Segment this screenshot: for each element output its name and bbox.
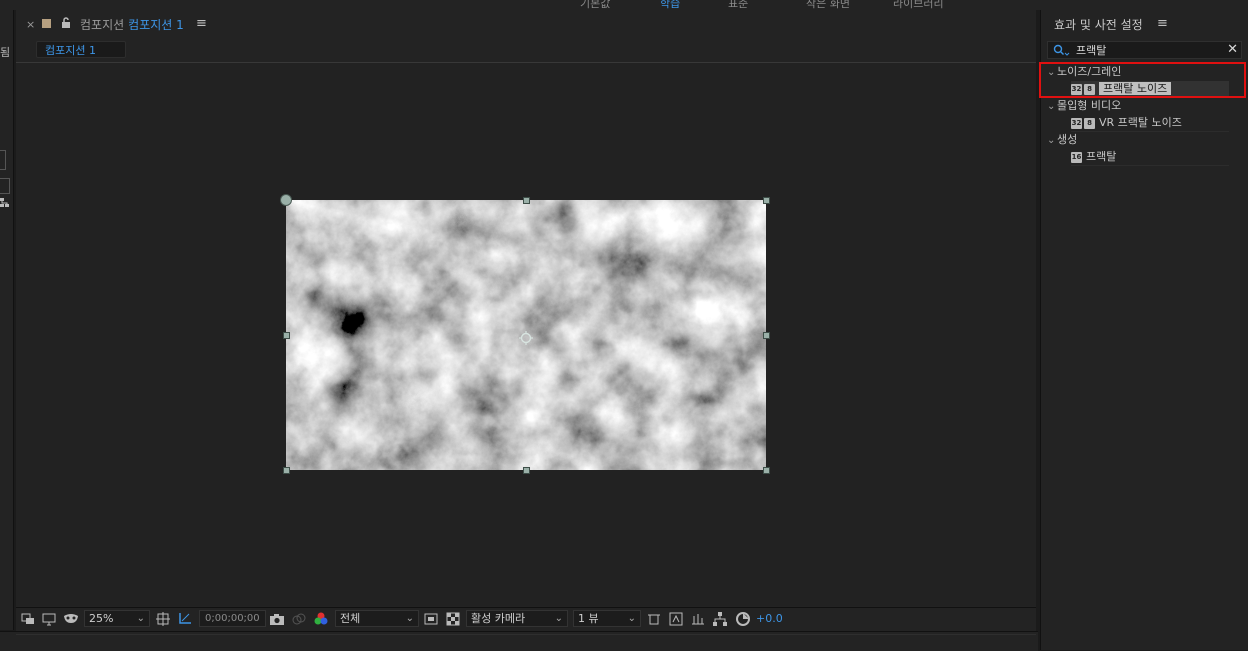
8bit-badge-icon: 8	[1084, 117, 1095, 129]
camera-icon[interactable]	[269, 611, 285, 627]
panel-title: 컴포지션 컴포지션 1	[80, 16, 184, 33]
camera-dropdown[interactable]: 활성 카메라 ⌄	[466, 610, 568, 627]
resolution-value: 전체	[340, 612, 361, 625]
panel-title: 효과 및 사전 설정	[1054, 18, 1143, 32]
chevron-down-icon: ⌄	[1047, 101, 1056, 112]
resolution-dropdown[interactable]: 전체 ⌄	[335, 610, 419, 627]
zoom-dropdown[interactable]: 25% ⌄	[84, 610, 150, 627]
left-panel-field[interactable]	[0, 150, 6, 170]
workspace-bar: 기본값 학습 표준 작은 화면 라이브러리	[0, 0, 1248, 10]
search-input[interactable]	[1076, 42, 1226, 58]
workspace-tab[interactable]: 라이브러리	[893, 0, 944, 10]
composition-viewer[interactable]	[16, 63, 1036, 606]
effect-name: VR 프랙탈 노이즈	[1099, 116, 1182, 129]
views-dropdown[interactable]: 1 뷰 ⌄	[573, 610, 641, 627]
panel-menu-icon[interactable]: ≡	[1157, 16, 1168, 31]
effect-name: 프랙탈	[1086, 150, 1117, 163]
fast-preview-icon[interactable]	[668, 611, 684, 627]
timecode-display[interactable]: 0;00;00;00	[199, 610, 266, 627]
left-panel-field[interactable]	[0, 178, 10, 194]
layer-handle-right[interactable]	[763, 332, 770, 339]
composition-header: × 컴포지션 컴포지션 1 ≡	[16, 10, 1036, 40]
chevron-down-icon: ⌄	[554, 613, 563, 624]
layer-handle-top-right[interactable]	[763, 197, 770, 204]
label-color-swatch[interactable]	[42, 19, 51, 28]
camera-value: 활성 카메라	[471, 612, 526, 625]
monitor-icon[interactable]	[41, 611, 57, 627]
bottom-panel-edge	[0, 631, 1038, 651]
close-panel-icon[interactable]: ×	[26, 18, 35, 31]
layer-handle-bottom-left[interactable]	[283, 467, 290, 474]
transparency-grid-icon[interactable]	[445, 611, 461, 627]
workspace-tab[interactable]: 학습	[660, 0, 680, 10]
layer-handle-top-left[interactable]	[280, 194, 292, 206]
category-immersive-video[interactable]: ⌄ 몰입형 비디오	[1047, 98, 1121, 114]
highlight-annotation	[1039, 62, 1246, 98]
hierarchy-icon[interactable]	[0, 198, 9, 208]
timeline-icon[interactable]	[690, 611, 706, 627]
effect-item-vr-fractal-noise[interactable]: 32 8 VR 프랙탈 노이즈	[1071, 115, 1229, 132]
workspace-tab[interactable]: 작은 화면	[806, 0, 850, 10]
search-icon	[1053, 44, 1070, 56]
workspace-tab[interactable]: 기본값	[580, 0, 610, 10]
region-of-interest-icon[interactable]	[177, 611, 193, 627]
always-preview-icon[interactable]	[20, 611, 36, 627]
lock-icon[interactable]	[60, 17, 72, 29]
composition-panel: × 컴포지션 컴포지션 1 ≡ 컴포지션 1 25% ⌄ 0;00;00;00 …	[16, 10, 1036, 631]
channel-color-icon[interactable]	[313, 611, 329, 627]
composition-tab[interactable]: 컴포지션 1	[36, 41, 126, 58]
effects-presets-panel: 효과 및 사전 설정 ≡ ✕ ⌄노이즈/그레인 328프랙탈 노이즈 ⌄몰입형 …	[1040, 10, 1248, 650]
left-panel-text: 됨	[0, 46, 11, 59]
region-icon[interactable]	[423, 611, 439, 627]
layer-handle-bottom-right[interactable]	[763, 467, 770, 474]
panel-title-prefix: 컴포지션	[80, 18, 125, 32]
toggle-pixel-aspect-icon[interactable]	[646, 611, 662, 627]
layer-handle-bottom[interactable]	[523, 467, 530, 474]
effect-item-fractal[interactable]: 16 프랙탈	[1071, 149, 1229, 166]
chevron-down-icon: ⌄	[405, 613, 414, 624]
category-generate[interactable]: ⌄ 생성	[1047, 132, 1077, 148]
flowchart-icon[interactable]	[712, 611, 728, 627]
layer-handle-left[interactable]	[283, 332, 290, 339]
chevron-down-icon: ⌄	[627, 613, 636, 624]
zoom-value: 25%	[89, 612, 114, 625]
category-label: 생성	[1057, 133, 1078, 146]
snapshot-icon[interactable]	[291, 611, 307, 627]
anchor-point-icon[interactable]	[518, 330, 534, 346]
exposure-value[interactable]: +0.0	[756, 611, 783, 627]
32bit-badge-icon: 32	[1071, 117, 1082, 129]
fit-frame-icon[interactable]	[155, 611, 171, 627]
panel-menu-icon[interactable]: ≡	[196, 16, 207, 31]
reset-exposure-icon[interactable]	[735, 611, 751, 627]
mask-view-icon[interactable]	[63, 611, 79, 627]
clear-search-icon[interactable]: ✕	[1227, 42, 1238, 58]
16bit-badge-icon: 16	[1071, 151, 1082, 163]
divider	[16, 634, 1036, 635]
left-panel: 됨	[0, 10, 14, 630]
views-value: 1 뷰	[578, 612, 599, 625]
active-composition-name[interactable]: 컴포지션 1	[128, 18, 184, 32]
layer-handle-top[interactable]	[523, 197, 530, 204]
workspace-tab[interactable]: 표준	[728, 0, 748, 10]
chevron-down-icon: ⌄	[1047, 135, 1056, 146]
effects-search-box[interactable]: ✕	[1047, 41, 1242, 59]
chevron-down-icon: ⌄	[136, 613, 145, 624]
category-label: 몰입형 비디오	[1057, 99, 1122, 112]
viewer-toolbar: 25% ⌄ 0;00;00;00 전체 ⌄ 활성 카메라 ⌄ 1 뷰 ⌄ +0.0	[16, 607, 1036, 631]
